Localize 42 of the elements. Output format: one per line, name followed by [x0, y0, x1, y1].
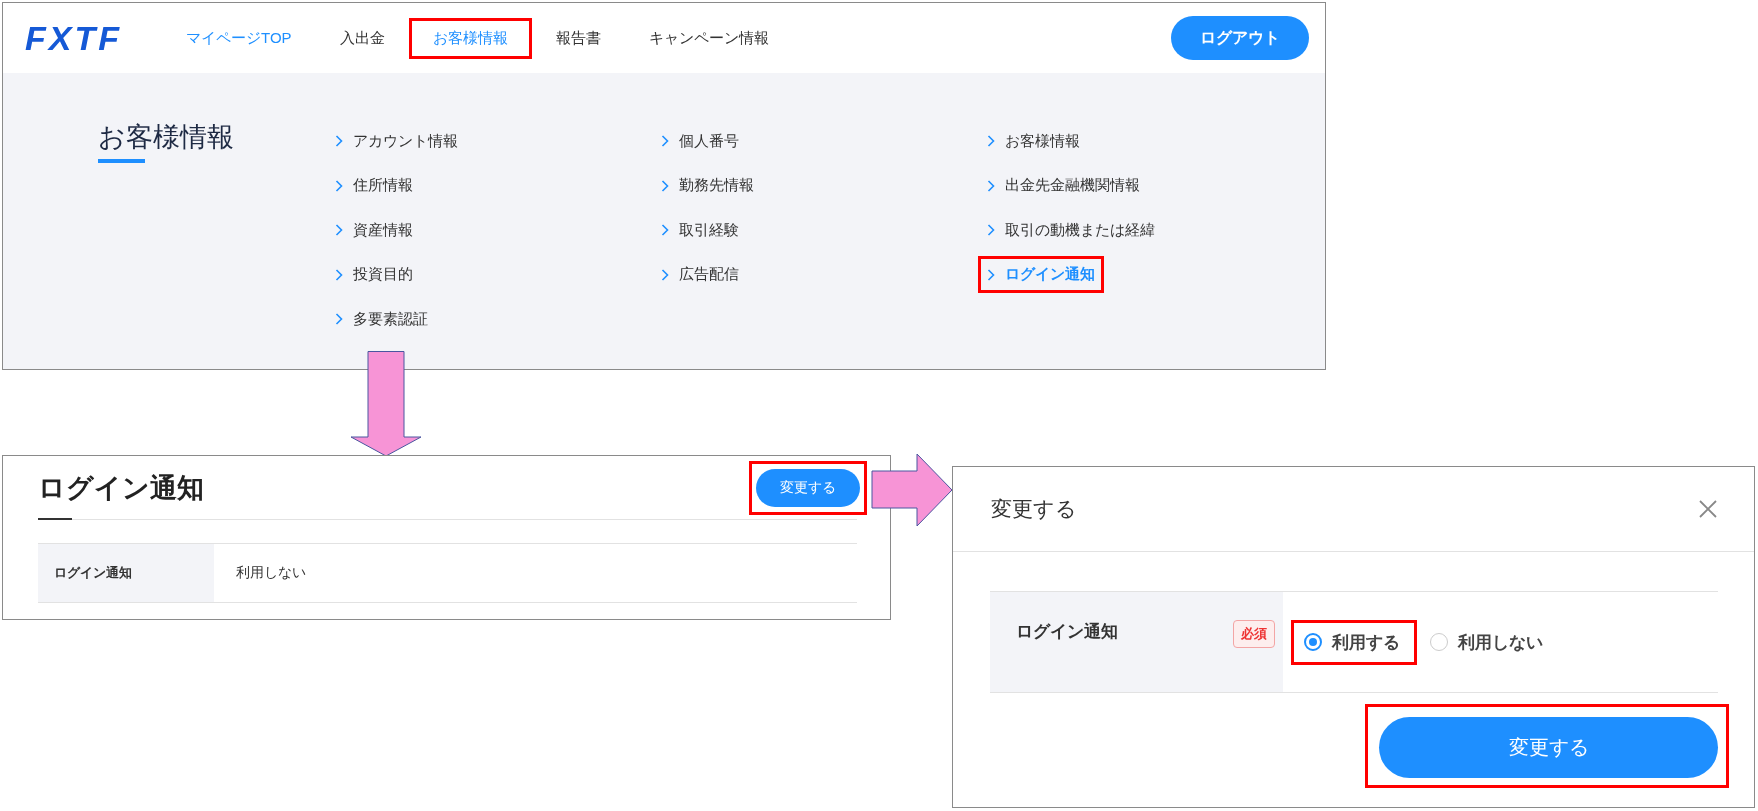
- menu-link[interactable]: 取引の動機または経緯: [981, 214, 1161, 246]
- menu-link[interactable]: 多要素認証: [329, 303, 434, 335]
- chevron-icon: [987, 224, 995, 237]
- heading-underline: [98, 159, 145, 163]
- menu-heading: お客様情報: [98, 121, 234, 154]
- radio-option[interactable]: 利用する: [1304, 630, 1400, 654]
- menu-link[interactable]: 勤務先情報: [655, 170, 760, 202]
- dialog-title: 変更する: [991, 496, 1077, 522]
- nav-tab[interactable]: キャンペーン情報: [627, 20, 790, 56]
- field-label: ログイン通知: [1016, 621, 1118, 643]
- required-badge: 必須: [1233, 620, 1275, 648]
- radio-option[interactable]: 利用しない: [1430, 630, 1543, 654]
- radio-button[interactable]: [1430, 633, 1448, 651]
- nav-tab[interactable]: 報告書: [534, 20, 622, 56]
- chevron-icon: [987, 135, 995, 148]
- page-title: ログイン通知: [38, 471, 204, 505]
- chevron-icon: [335, 179, 343, 192]
- menu-link[interactable]: 出金先金融機関情報: [981, 170, 1146, 202]
- chevron-icon: [661, 179, 669, 192]
- chevron-icon: [335, 268, 343, 281]
- chevron-icon: [335, 135, 343, 148]
- menu-link[interactable]: 個人番号: [655, 125, 745, 157]
- menu-link[interactable]: お客様情報: [981, 125, 1086, 157]
- chevron-icon: [987, 268, 995, 281]
- chevron-icon: [987, 179, 995, 192]
- menu-link[interactable]: 投資目的: [329, 259, 419, 291]
- menu-link[interactable]: 取引経験: [655, 214, 745, 246]
- logo[interactable]: FXTF: [25, 18, 122, 58]
- chevron-icon: [335, 313, 343, 326]
- radio-button[interactable]: [1304, 633, 1322, 651]
- row-label: ログイン通知: [38, 544, 214, 602]
- menu-link[interactable]: アカウント情報: [329, 125, 464, 157]
- chevron-icon: [661, 224, 669, 237]
- row-value: 利用しない: [235, 563, 306, 582]
- chevron-icon: [661, 268, 669, 281]
- menu-link[interactable]: 広告配信: [655, 259, 745, 291]
- close-icon[interactable]: [1698, 499, 1718, 519]
- menu-link[interactable]: 住所情報: [329, 170, 419, 202]
- chevron-icon: [661, 135, 669, 148]
- chevron-icon: [335, 224, 343, 237]
- menu-link[interactable]: 資産情報: [329, 214, 419, 246]
- nav-tab[interactable]: 入出金: [318, 20, 406, 56]
